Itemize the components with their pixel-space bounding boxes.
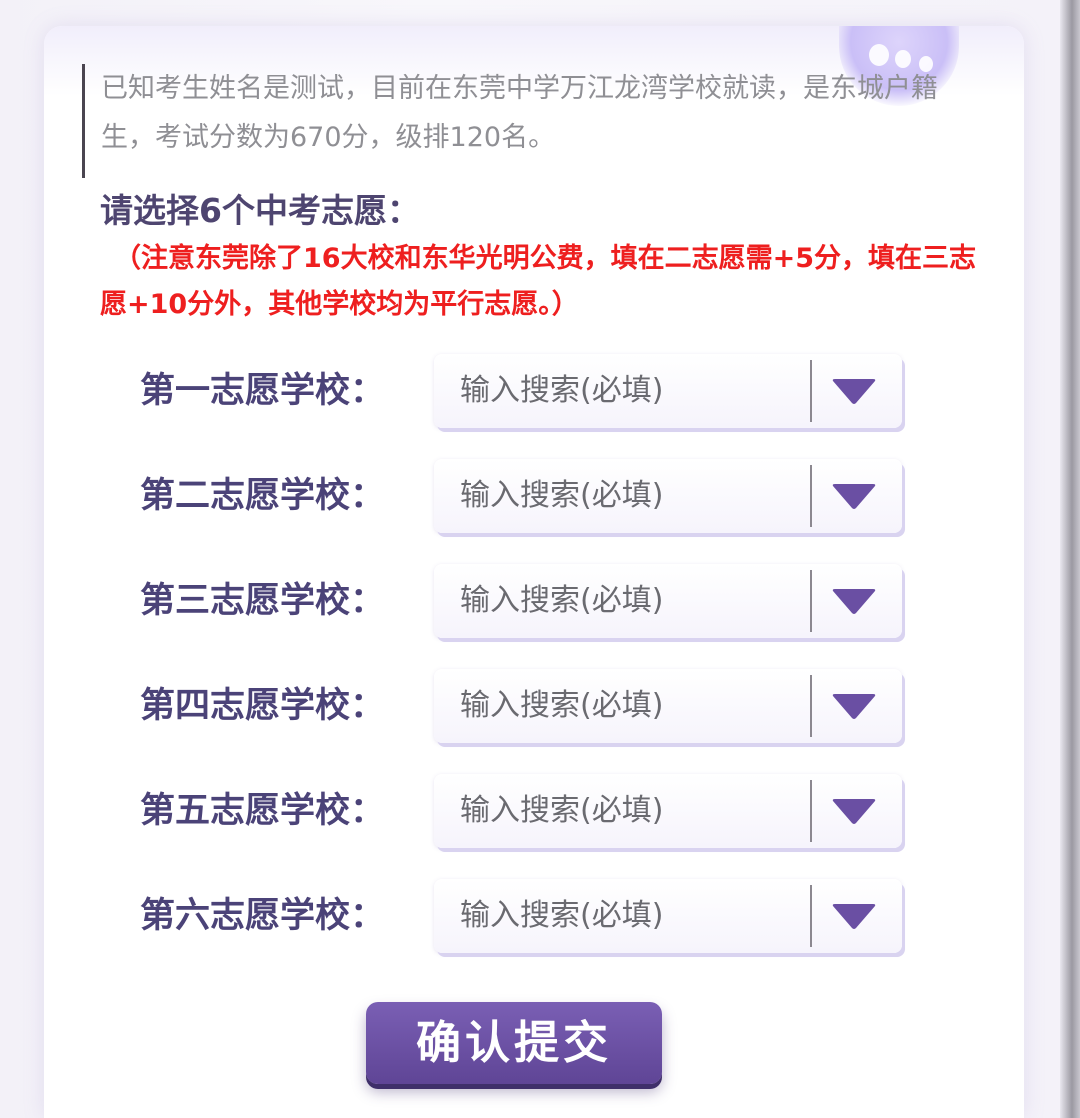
- triangle-down-icon[interactable]: [829, 378, 879, 406]
- school-search-input[interactable]: [460, 669, 800, 743]
- school-search-input[interactable]: [460, 354, 800, 428]
- choice-label: 第三志愿学校：: [140, 581, 386, 621]
- school-select-3[interactable]: [434, 564, 902, 638]
- select-divider: [810, 780, 812, 842]
- select-divider: [810, 675, 812, 737]
- submit-button[interactable]: 确认提交: [366, 1002, 662, 1084]
- choice-label: 第六志愿学校：: [140, 896, 386, 936]
- screen-edge: [1060, 0, 1080, 1118]
- triangle-down-icon[interactable]: [829, 588, 879, 616]
- choice-row-3: 第三志愿学校：: [140, 564, 910, 638]
- school-select-2[interactable]: [434, 459, 902, 533]
- select-divider: [810, 465, 812, 527]
- choice-row-1: 第一志愿学校：: [140, 354, 910, 428]
- form-title: 请选择6个中考志愿：: [100, 191, 420, 230]
- choice-label: 第二志愿学校：: [140, 476, 386, 516]
- select-divider: [810, 570, 812, 632]
- school-search-input[interactable]: [460, 564, 800, 638]
- notice-text: （注意东莞除了16大校和东华光明公费，填在二志愿需+5分，填在三志愿+10分外，…: [100, 243, 976, 320]
- choice-row-2: 第二志愿学校：: [140, 459, 910, 533]
- triangle-down-icon[interactable]: [829, 798, 879, 826]
- choice-label: 第一志愿学校：: [140, 371, 386, 411]
- triangle-down-icon[interactable]: [829, 693, 879, 721]
- school-search-input[interactable]: [460, 774, 800, 848]
- choice-row-5: 第五志愿学校：: [140, 774, 910, 848]
- student-info-text: 已知考生姓名是测试，目前在东莞中学万江龙湾学校就读，是东城户籍生，考试分数为67…: [82, 64, 982, 178]
- select-divider: [810, 360, 812, 422]
- school-select-4[interactable]: [434, 669, 902, 743]
- form-card: 已知考生姓名是测试，目前在东莞中学万江龙湾学校就读，是东城户籍生，考试分数为67…: [44, 26, 1024, 1118]
- select-divider: [810, 885, 812, 947]
- triangle-down-icon[interactable]: [829, 903, 879, 931]
- school-select-6[interactable]: [434, 879, 902, 953]
- choice-label: 第五志愿学校：: [140, 791, 386, 831]
- triangle-down-icon[interactable]: [829, 483, 879, 511]
- school-select-1[interactable]: [434, 354, 902, 428]
- choice-row-4: 第四志愿学校：: [140, 669, 910, 743]
- choice-row-6: 第六志愿学校：: [140, 879, 910, 953]
- school-search-input[interactable]: [460, 879, 800, 953]
- school-select-5[interactable]: [434, 774, 902, 848]
- school-search-input[interactable]: [460, 459, 800, 533]
- choice-label: 第四志愿学校：: [140, 686, 386, 726]
